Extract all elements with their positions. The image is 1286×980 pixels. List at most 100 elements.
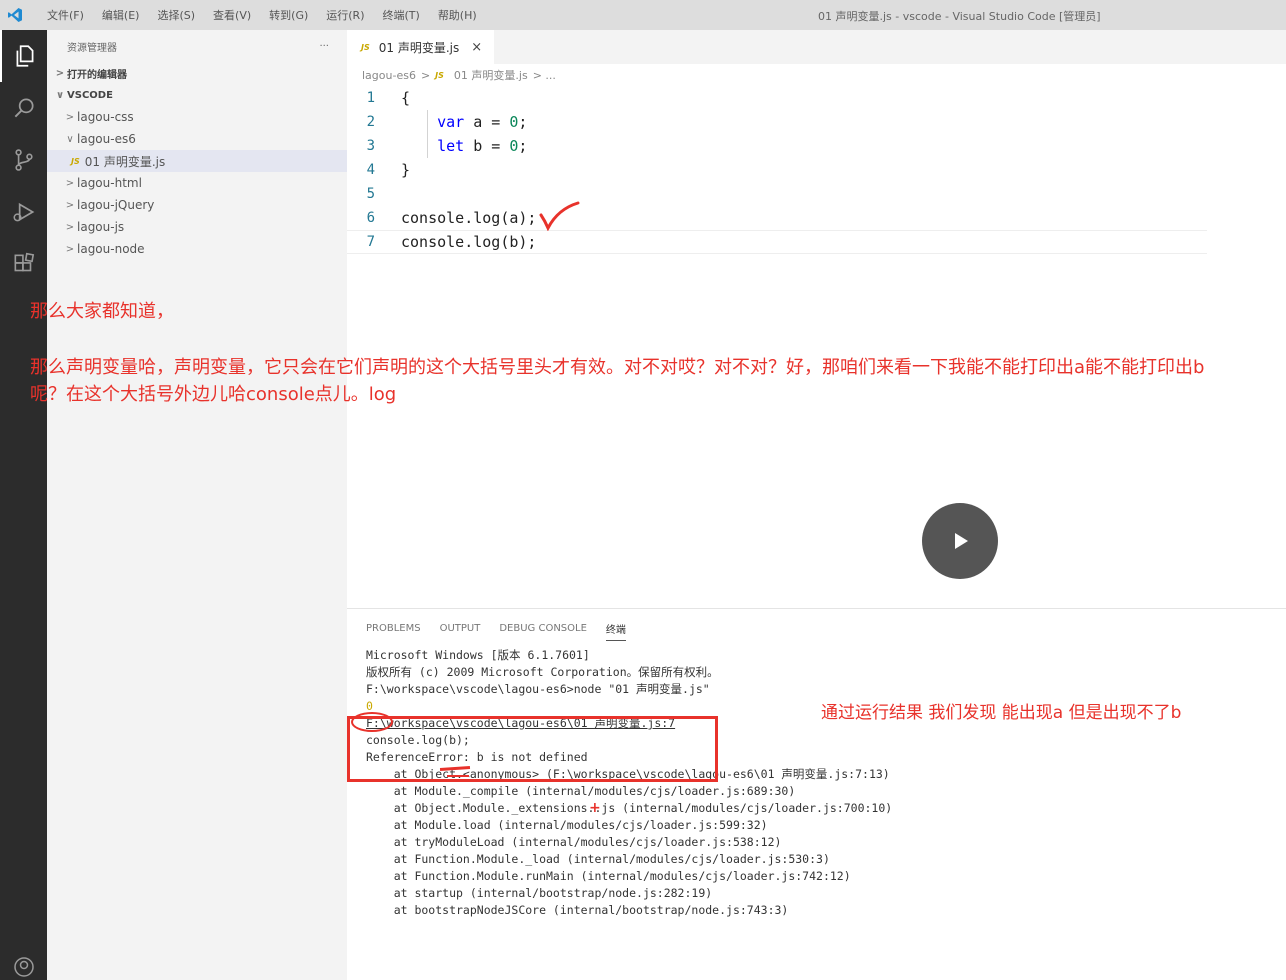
folder-label: lagou-js xyxy=(77,220,125,234)
open-editors-section[interactable]: > 打开的编辑器 xyxy=(47,62,347,84)
terminal-line: F:\workspace\vscode\lagou-es6>node "01 声… xyxy=(366,682,710,696)
folder-label: lagou-css xyxy=(77,110,134,124)
menu-file[interactable]: 文件(F) xyxy=(38,7,93,23)
chevron-right-icon: > xyxy=(55,67,65,79)
line-number: 5 xyxy=(366,186,375,202)
js-file-icon: JS xyxy=(361,42,370,52)
explorer-title: 资源管理器 xyxy=(67,42,117,54)
terminal-line: at bootstrapNodeJSCore (internal/bootstr… xyxy=(366,903,789,917)
terminal-line: at Function.Module._load (internal/modul… xyxy=(366,852,830,866)
menu-go[interactable]: 转到(G) xyxy=(260,7,317,23)
chevron-down-icon: ∨ xyxy=(66,133,74,145)
js-file-icon: JS xyxy=(435,70,444,80)
menu-run[interactable]: 运行(R) xyxy=(317,7,373,23)
tab-01-declare-variable[interactable]: JS 01 声明变量.js × xyxy=(347,30,495,64)
code-text: console.log(a); xyxy=(401,209,537,227)
code-fragment: b = xyxy=(464,137,510,155)
window-title: 01 声明变量.js - vscode - Visual Studio Code… xyxy=(818,10,1101,23)
panel-tabs: PROBLEMS OUTPUT DEBUG CONSOLE 终端 xyxy=(347,609,1286,647)
code-fragment: a = xyxy=(464,113,510,131)
breadcrumb: lagou-es6 > JS 01 声明变量.js > ... xyxy=(347,64,1286,86)
folder-label: lagou-node xyxy=(77,242,145,256)
code-line-current: 7 console.log(b); xyxy=(347,230,1207,254)
menu-terminal[interactable]: 终端(T) xyxy=(374,7,429,23)
code-text: } xyxy=(401,161,411,179)
explorer-header: 资源管理器 ··· xyxy=(47,30,347,62)
highlight-underline xyxy=(447,775,469,777)
code-text: let b = 0; xyxy=(401,137,527,155)
terminal-output[interactable]: Microsoft Windows [版本 6.1.7601] 版权所有 (c) … xyxy=(366,647,892,919)
line-number: 1 xyxy=(366,90,375,106)
indent-guide xyxy=(427,110,428,158)
code-text: { xyxy=(401,89,411,107)
chevron-right-icon: > xyxy=(65,243,75,255)
folder-lagou-node[interactable]: > lagou-node xyxy=(47,238,347,260)
vscode-root-section[interactable]: ∨ VSCODE xyxy=(47,84,347,106)
tab-debug-console[interactable]: DEBUG CONSOLE xyxy=(499,623,587,634)
line-number: 6 xyxy=(366,210,375,226)
breadcrumb-more[interactable]: > ... xyxy=(533,69,556,82)
file-01-declare-variable[interactable]: JS 01 声明变量.js xyxy=(47,150,347,172)
root-folder-label: VSCODE xyxy=(67,89,113,101)
extensions-icon[interactable] xyxy=(0,238,47,290)
terminal-line: 0 xyxy=(366,699,373,713)
code-line: 6 console.log(a); xyxy=(347,201,1286,232)
folder-label: lagou-html xyxy=(77,176,142,190)
source-control-icon[interactable] xyxy=(0,134,47,186)
tab-problems[interactable]: PROBLEMS xyxy=(366,623,421,634)
files-icon[interactable] xyxy=(0,30,47,82)
terminal-panel: PROBLEMS OUTPUT DEBUG CONSOLE 终端 Microso… xyxy=(347,608,1286,980)
chevron-right-icon: > xyxy=(65,199,75,211)
code-line: 2 var a = 0; xyxy=(347,110,1286,134)
folder-lagou-js[interactable]: > lagou-js xyxy=(47,216,347,238)
terminal-line: 版权所有 (c) 2009 Microsoft Corporation。保留所有… xyxy=(366,665,719,679)
keyword-var: var xyxy=(437,113,465,131)
more-actions-icon[interactable]: ··· xyxy=(319,41,329,52)
explorer-sidebar: 资源管理器 ··· > 打开的编辑器 ∨ VSCODE > lagou-css … xyxy=(47,30,347,980)
keyword-let: let xyxy=(437,137,465,155)
editor-area: JS 01 声明变量.js × lagou-es6 > JS 01 声明变量.j… xyxy=(347,30,1286,608)
code-line: 5 xyxy=(347,182,1286,206)
folder-lagou-html[interactable]: > lagou-html xyxy=(47,172,347,194)
run-debug-icon[interactable] xyxy=(0,186,47,238)
annotation-note: 通过运行结果 我们发现 能出现a 但是出现不了b xyxy=(821,703,1182,723)
highlight-box xyxy=(347,716,718,782)
chevron-right-icon: > xyxy=(65,177,75,189)
folder-lagou-jquery[interactable]: > lagou-jQuery xyxy=(47,194,347,216)
breadcrumb-folder[interactable]: lagou-es6 xyxy=(362,69,416,82)
folder-label: lagou-es6 xyxy=(77,132,136,146)
red-checkmark-icon xyxy=(538,201,582,235)
terminal-line: at tryModuleLoad (internal/modules/cjs/l… xyxy=(366,835,782,849)
menu-bar: 文件(F) 编辑(E) 选择(S) 查看(V) 转到(G) 运行(R) 终端(T… xyxy=(38,7,486,23)
code-editor[interactable]: 1 { 2 var a = 0; 3 let b = 0; 4 } 5 6 co… xyxy=(347,86,1286,254)
menu-view[interactable]: 查看(V) xyxy=(204,7,260,23)
terminal-line: at Function.Module.runMain (internal/mod… xyxy=(366,869,851,883)
menu-edit[interactable]: 编辑(E) xyxy=(93,7,149,23)
code-text: console.log(b); xyxy=(401,233,537,251)
code-text: var a = 0; xyxy=(401,113,527,131)
folder-lagou-es6[interactable]: ∨ lagou-es6 xyxy=(47,128,347,150)
code-line: 1 { xyxy=(347,86,1286,110)
breadcrumb-separator: > xyxy=(420,68,431,82)
play-button[interactable] xyxy=(922,503,998,579)
terminal-line: at Object.Module._extensions..js (intern… xyxy=(366,801,893,815)
terminal-line: at Module._compile (internal/modules/cjs… xyxy=(366,784,796,798)
editor-tabs: JS 01 声明变量.js × xyxy=(347,30,1286,64)
chevron-right-icon: > xyxy=(65,221,75,233)
terminal-line: at startup (internal/bootstrap/node.js:2… xyxy=(366,886,713,900)
line-number: 4 xyxy=(366,162,375,178)
breadcrumb-file[interactable]: 01 声明变量.js xyxy=(454,67,528,83)
close-icon[interactable]: × xyxy=(471,40,482,55)
line-number: 7 xyxy=(366,234,375,250)
menu-selection[interactable]: 选择(S) xyxy=(148,7,204,23)
menu-help[interactable]: 帮助(H) xyxy=(429,7,486,23)
terminal-line: Microsoft Windows [版本 6.1.7601] xyxy=(366,648,590,662)
folder-lagou-css[interactable]: > lagou-css xyxy=(47,106,347,128)
tab-terminal[interactable]: 终端 xyxy=(605,621,626,641)
account-icon[interactable] xyxy=(0,950,47,980)
tab-output[interactable]: OUTPUT xyxy=(440,623,481,634)
chevron-right-icon: > xyxy=(65,111,75,123)
search-icon[interactable] xyxy=(0,82,47,134)
terminal-line: at Module.load (internal/modules/cjs/loa… xyxy=(366,818,768,832)
folder-label: lagou-jQuery xyxy=(77,198,155,212)
